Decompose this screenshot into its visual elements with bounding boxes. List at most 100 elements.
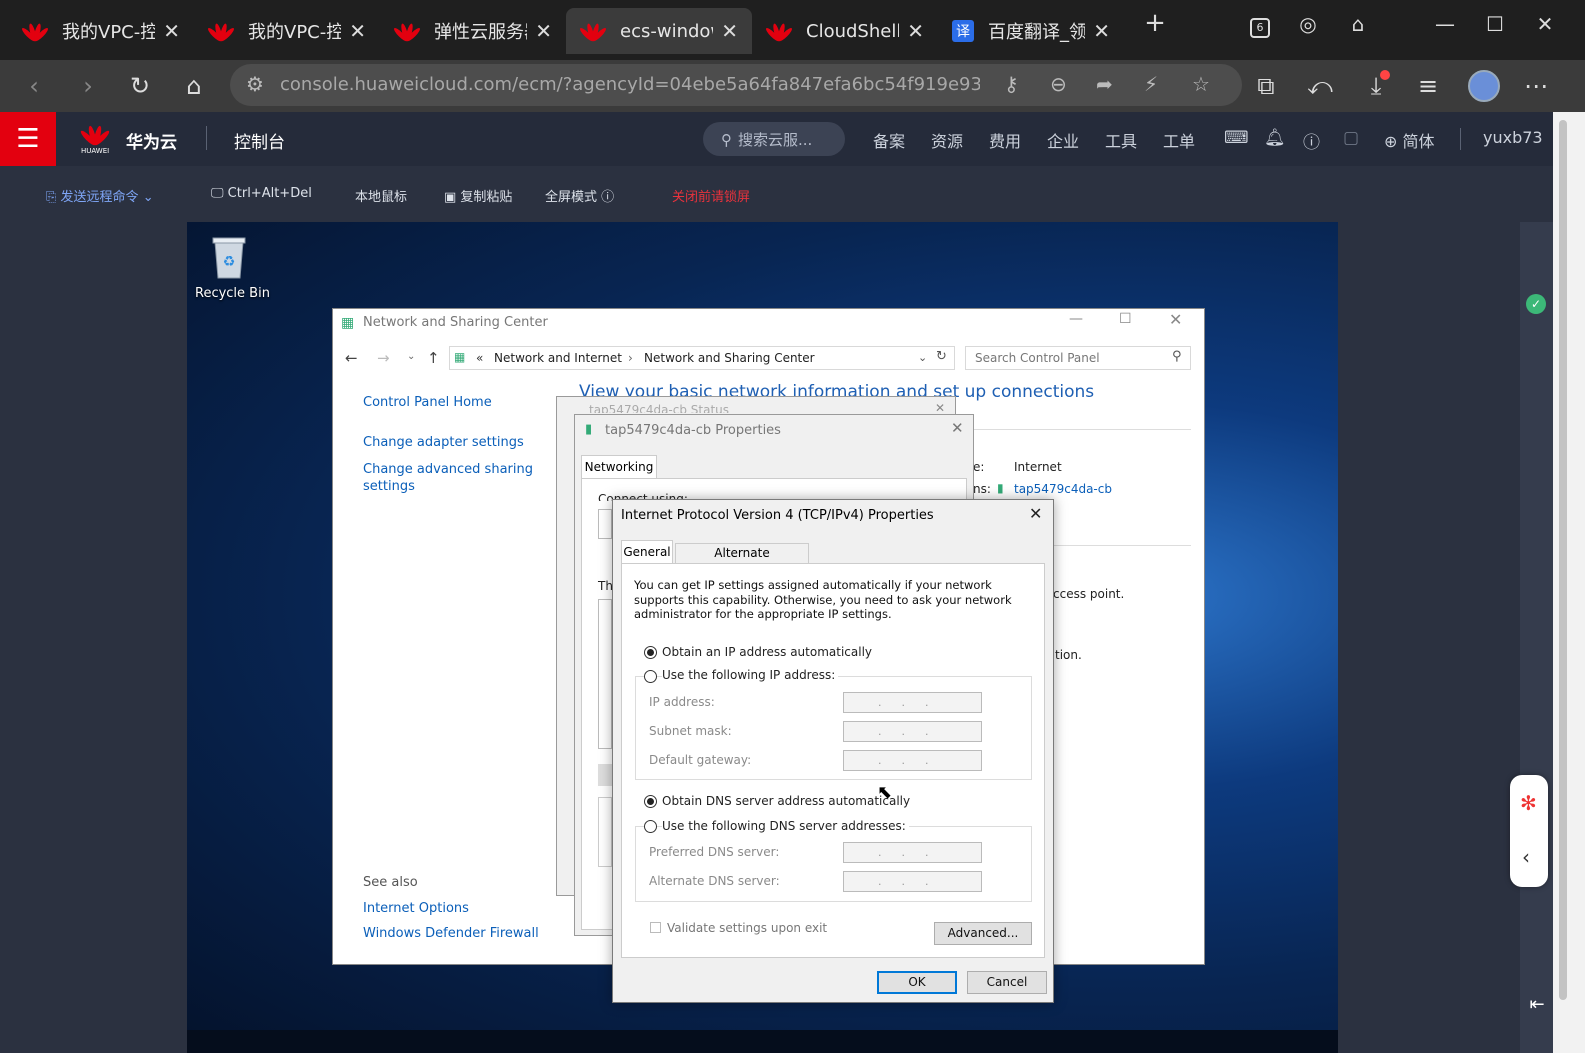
tab-vpc-1[interactable]: 我的VPC-控 ✕ (8, 8, 194, 54)
tab-ecs-window[interactable]: ecs-window ✕ (566, 8, 752, 54)
extensions-icon[interactable]: ⧉ (1248, 68, 1284, 104)
local-mouse-button[interactable]: 本地鼠标 (355, 186, 407, 205)
advanced-button[interactable]: Advanced... (934, 922, 1032, 945)
cancel-button[interactable]: Cancel (967, 971, 1047, 994)
omnibox[interactable]: ⚙ console.huaweicloud.com/ecm/?agencyId=… (230, 64, 1242, 106)
chevron-left-icon[interactable]: ‹ (1522, 845, 1530, 869)
tab-baidu-translate[interactable]: 译 百度翻译_领 ✕ (938, 8, 1124, 54)
key-icon[interactable]: ⚷ (1004, 72, 1019, 96)
help-icon[interactable]: ⓘ (1303, 128, 1320, 153)
copy-paste-button[interactable]: ▣ 复制粘贴 (444, 186, 512, 205)
tab-ecs-service[interactable]: 弹性云服务器 ✕ (380, 8, 566, 54)
ctrl-alt-del-button[interactable]: 🖵︎ Ctrl+Alt+Del (211, 186, 312, 201)
ip-auto-label[interactable]: Obtain an IP address automatically (662, 645, 872, 659)
close-icon[interactable]: ✕ (1169, 310, 1182, 329)
nav-enterprise[interactable]: 企业 (1047, 128, 1079, 152)
control-panel-home-link[interactable]: Control Panel Home (363, 395, 492, 410)
bell-icon[interactable]: 🔔︎ (1264, 128, 1286, 148)
internet-options-link[interactable]: Internet Options (363, 901, 469, 916)
connection-link[interactable]: tap5479c4da-cb (1014, 482, 1112, 496)
windows-defender-firewall-link[interactable]: Windows Defender Firewall (363, 926, 539, 941)
close-icon[interactable]: ✕ (1093, 19, 1110, 43)
change-advanced-sharing-link[interactable]: Change advanced sharing settings (363, 461, 533, 495)
breadcrumb-nsc[interactable]: Network and Sharing Center (644, 351, 815, 365)
ip-manual-radio[interactable] (644, 670, 657, 683)
more-menu-icon[interactable]: ⋯ (1518, 68, 1554, 104)
nav-billing[interactable]: 费用 (989, 128, 1021, 152)
console-link[interactable]: 控制台 (234, 128, 285, 153)
brand-name[interactable]: 华为云 (126, 128, 177, 153)
language-switch[interactable]: ⊕ 简体 (1384, 128, 1435, 152)
close-icon[interactable]: ✕ (721, 19, 738, 43)
search-input[interactable]: ⚲ 搜索云服... (703, 122, 845, 156)
dns-manual-label[interactable]: Use the following DNS server addresses: (662, 819, 909, 833)
close-icon[interactable]: ✕ (349, 19, 366, 43)
change-adapter-settings-link[interactable]: Change adapter settings (363, 435, 524, 450)
collapse-icon[interactable]: ⇤ (1520, 994, 1554, 1015)
dns-auto-label[interactable]: Obtain DNS server address automatically (662, 794, 910, 808)
search-control-panel-input[interactable]: Search Control Panel ⚲ (965, 346, 1191, 370)
address-path[interactable]: ▦ « Network and Internet › Network and S… (449, 346, 955, 370)
dns-auto-radio[interactable] (644, 795, 657, 808)
tab-vpc-2[interactable]: 我的VPC-控 ✕ (194, 8, 380, 54)
tab-general[interactable]: General (621, 540, 673, 564)
avatar[interactable] (1466, 68, 1502, 104)
tab-networking[interactable]: Networking (581, 455, 657, 479)
terminal-icon[interactable]: ⌨ (1224, 128, 1249, 148)
nav-beian[interactable]: 备案 (873, 128, 905, 152)
star-icon[interactable]: ☆ (1192, 72, 1210, 96)
feedback-icon[interactable]: ▢ (1343, 128, 1359, 148)
maximize-icon[interactable]: ☐ (1475, 12, 1515, 36)
recycle-bin-icon[interactable]: ♻ (209, 234, 249, 280)
close-icon[interactable]: ✕ (163, 19, 180, 43)
minimize-icon[interactable]: — (1425, 12, 1465, 36)
close-icon[interactable]: ✕ (535, 19, 552, 43)
minimize-icon[interactable]: — (1069, 311, 1083, 327)
tab-alternate-configuration[interactable]: Alternate Configuration (675, 543, 809, 578)
tab-count-button[interactable]: 6 (1240, 12, 1280, 38)
ip-manual-label[interactable]: Use the following IP address: (662, 668, 839, 682)
nav-resources[interactable]: 资源 (931, 128, 963, 152)
zoom-out-icon[interactable]: ⊖ (1050, 72, 1067, 96)
breadcrumb-network-internet[interactable]: Network and Internet (494, 351, 622, 365)
close-icon[interactable]: ✕ (951, 419, 964, 437)
menu-icon[interactable]: ☰ (0, 112, 56, 166)
page-scrollbar[interactable] (1553, 112, 1585, 1053)
validate-label[interactable]: Validate settings upon exit (667, 921, 827, 935)
dns-manual-radio[interactable] (644, 820, 657, 833)
refresh-icon[interactable]: ↻ (936, 349, 947, 364)
maximize-icon[interactable]: ☐ (1119, 311, 1132, 327)
back-icon[interactable]: ← (345, 349, 358, 367)
nav-tickets[interactable]: 工单 (1163, 128, 1195, 152)
scrollbar-thumb[interactable] (1559, 120, 1567, 1000)
share-icon[interactable]: ➦ (1096, 72, 1113, 96)
new-tab-button[interactable]: + (1135, 8, 1175, 38)
extension-icon[interactable]: ⌂ (1338, 12, 1378, 36)
reload-icon[interactable]: ↻ (122, 68, 158, 104)
ip-auto-radio[interactable] (644, 646, 657, 659)
bolt-icon[interactable]: ⚡ (1144, 72, 1158, 96)
ok-button[interactable]: OK (877, 971, 957, 994)
site-info-icon[interactable]: ⚙ (246, 72, 264, 96)
close-icon[interactable]: ✕ (1029, 504, 1042, 523)
back-icon[interactable]: ‹ (16, 68, 52, 104)
undo-dropdown-icon[interactable]: ⤺ (1302, 68, 1338, 104)
reading-list-icon[interactable]: ≡ (1410, 68, 1446, 104)
preferred-dns-input[interactable]: ... (843, 842, 982, 863)
forward-icon[interactable]: → (377, 349, 390, 367)
default-gateway-input[interactable]: ... (843, 750, 982, 771)
assistant-icon[interactable]: ✻ (1520, 791, 1537, 815)
send-command-button[interactable]: ⎘ 发送远程命令 ⌄ (46, 186, 154, 205)
recent-dropdown-icon[interactable]: ⌄ (407, 351, 415, 362)
home-icon[interactable]: ⌂ (176, 68, 212, 104)
chevron-down-icon[interactable]: ⌄ (918, 351, 927, 364)
forward-icon[interactable]: › (70, 68, 106, 104)
install-button[interactable] (598, 764, 612, 786)
download-icon[interactable]: ⤓ (1358, 68, 1394, 104)
subnet-mask-input[interactable]: ... (843, 721, 982, 742)
components-list[interactable] (598, 599, 612, 749)
alternate-dns-input[interactable]: ... (843, 871, 982, 892)
user-name[interactable]: yuxb73 (1483, 128, 1543, 147)
close-window-icon[interactable]: ✕ (1525, 12, 1565, 36)
up-icon[interactable]: ↑ (427, 349, 440, 367)
